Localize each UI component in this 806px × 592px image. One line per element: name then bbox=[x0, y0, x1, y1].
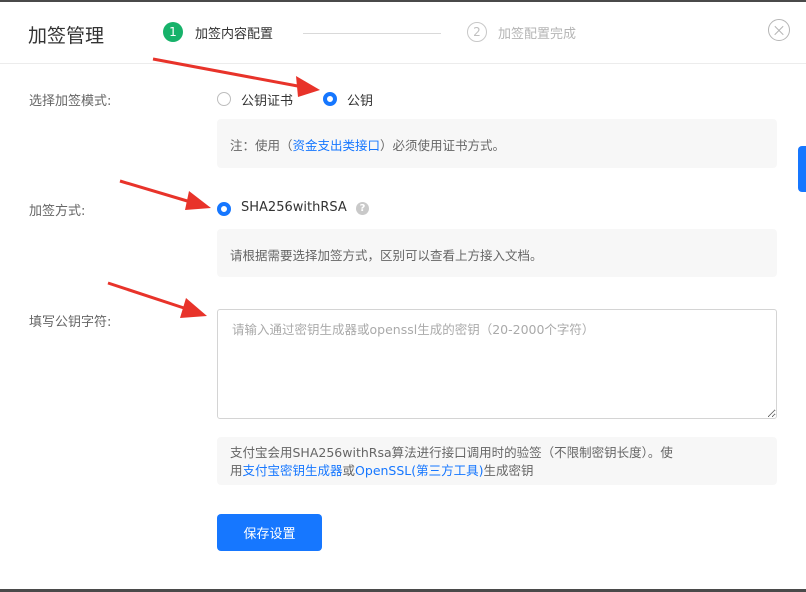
annotation-arrow-2 bbox=[119, 179, 211, 210]
annotation-arrow-3 bbox=[107, 281, 207, 318]
annotation-arrow-1 bbox=[152, 57, 320, 97]
annotation-arrows bbox=[107, 57, 320, 318]
